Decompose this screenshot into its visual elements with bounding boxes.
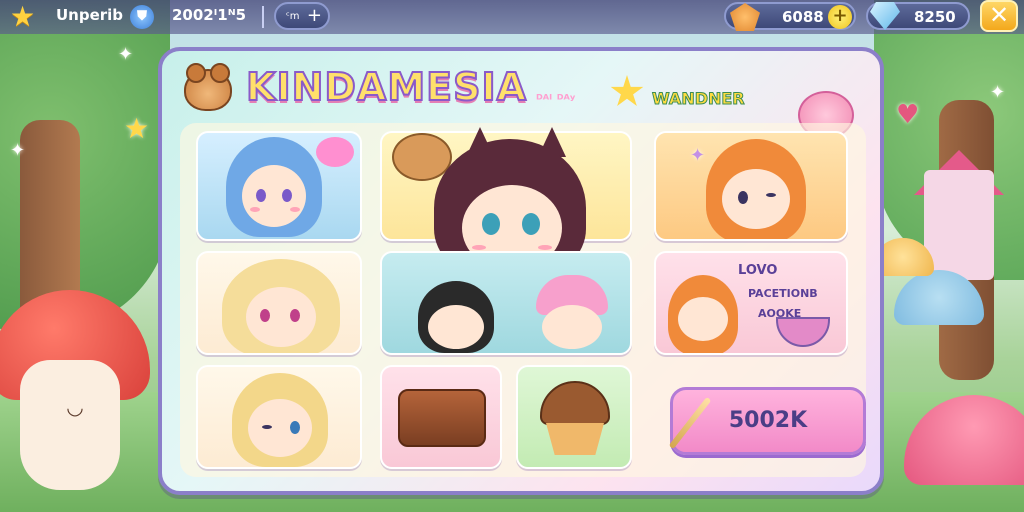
character-card-blonde-twintails[interactable] bbox=[196, 251, 362, 355]
muffin-top-icon bbox=[540, 381, 610, 425]
cheek bbox=[538, 245, 552, 250]
wonder-label: WANDNER bbox=[652, 89, 746, 109]
item-card-muffin[interactable] bbox=[516, 365, 632, 469]
star-level-icon[interactable]: ★ bbox=[10, 0, 35, 33]
character-card-blonde-wink[interactable] bbox=[196, 365, 362, 469]
character-card-duo[interactable] bbox=[380, 251, 632, 355]
tag-button[interactable]: ᶜm + bbox=[274, 2, 330, 30]
close-button[interactable]: ✕ bbox=[980, 0, 1018, 32]
add-coins-button[interactable]: + bbox=[828, 5, 852, 29]
character-face bbox=[248, 399, 312, 457]
gem-counter: 8250 bbox=[866, 2, 970, 30]
character-face bbox=[242, 165, 306, 227]
cheek bbox=[290, 207, 300, 212]
gem-value: 8250 bbox=[914, 8, 956, 26]
coin-value: 6088 bbox=[782, 8, 824, 26]
character-face bbox=[246, 287, 316, 347]
pink-cloud-icon bbox=[316, 137, 354, 167]
character-card-blue-hair[interactable] bbox=[196, 131, 362, 241]
cheek bbox=[250, 207, 260, 212]
eye-icon bbox=[522, 213, 540, 235]
player-name[interactable]: Unperib bbox=[56, 6, 123, 24]
character-card-orange-hair[interactable]: ✦ bbox=[654, 131, 848, 241]
star-badge-icon bbox=[610, 75, 644, 106]
eye-icon bbox=[290, 309, 300, 322]
food-recipe-card[interactable]: LOVO PACETIONB AOOKE bbox=[654, 251, 848, 355]
character-face bbox=[722, 169, 790, 229]
character-face bbox=[678, 297, 728, 341]
item-card-brownie[interactable] bbox=[380, 365, 502, 469]
diamond-icon bbox=[870, 2, 900, 30]
player-score: 2002ᴵ1ᴺ5 bbox=[172, 6, 247, 24]
character-face bbox=[542, 305, 602, 349]
sparkle-icon: ✦ bbox=[118, 44, 134, 65]
shop-purchase-button[interactable]: 5002K bbox=[668, 387, 866, 455]
eye-icon bbox=[482, 213, 500, 235]
plus-icon: + bbox=[306, 5, 322, 26]
eye-icon bbox=[282, 189, 292, 202]
muffin-cup-icon bbox=[546, 423, 604, 455]
coin-gem-icon bbox=[730, 3, 760, 31]
eye-icon bbox=[260, 309, 270, 322]
bear-mascot-icon bbox=[184, 63, 232, 111]
house bbox=[924, 170, 994, 280]
character-face bbox=[428, 305, 484, 349]
wink-eye-icon bbox=[262, 425, 272, 429]
shield-badge-icon[interactable]: ⛊ bbox=[130, 5, 154, 29]
recipe-line-1: LOVO bbox=[738, 263, 778, 278]
divider bbox=[262, 6, 264, 28]
subtitle: ᴰᴬᴵ ᴰᴬʸ bbox=[536, 93, 576, 108]
cheek bbox=[472, 245, 486, 250]
tag-label: ᶜm bbox=[286, 10, 300, 22]
card-grid: ✦ LOVO PACETIONB AOOKE 5002K bbox=[180, 123, 866, 477]
recipe-line-2: PACETIONB bbox=[748, 287, 818, 300]
sparkle-icon: ✦ bbox=[10, 140, 26, 161]
star-icon: ★ bbox=[124, 112, 150, 145]
shop-button-label: 5002K bbox=[728, 408, 808, 433]
coin-counter: 6088 + bbox=[724, 2, 856, 31]
heart-icon: ♥ bbox=[896, 100, 920, 130]
top-bar: ★ Unperib ⛊ 2002ᴵ1ᴺ5 ᶜm + 6088 + 8250 ✕ bbox=[0, 0, 1024, 34]
sparkle-icon: ✦ bbox=[990, 82, 1006, 103]
game-title: KINDAMESIA bbox=[245, 64, 528, 110]
mushroom-smile-icon: ◡ bbox=[66, 395, 84, 419]
brownie-icon bbox=[398, 389, 486, 447]
wink-eye-icon bbox=[766, 193, 776, 197]
sparkle-icon: ✦ bbox=[690, 145, 706, 166]
eye-icon bbox=[738, 191, 748, 204]
mushroom-stem bbox=[20, 360, 120, 490]
eye-icon bbox=[256, 189, 266, 202]
bowl-icon bbox=[776, 317, 830, 347]
eye-icon bbox=[290, 421, 300, 434]
character-select-panel: KINDAMESIA ᴰᴬᴵ ᴰᴬʸ WANDNER ✦ LOVO PACETI… bbox=[158, 47, 884, 495]
